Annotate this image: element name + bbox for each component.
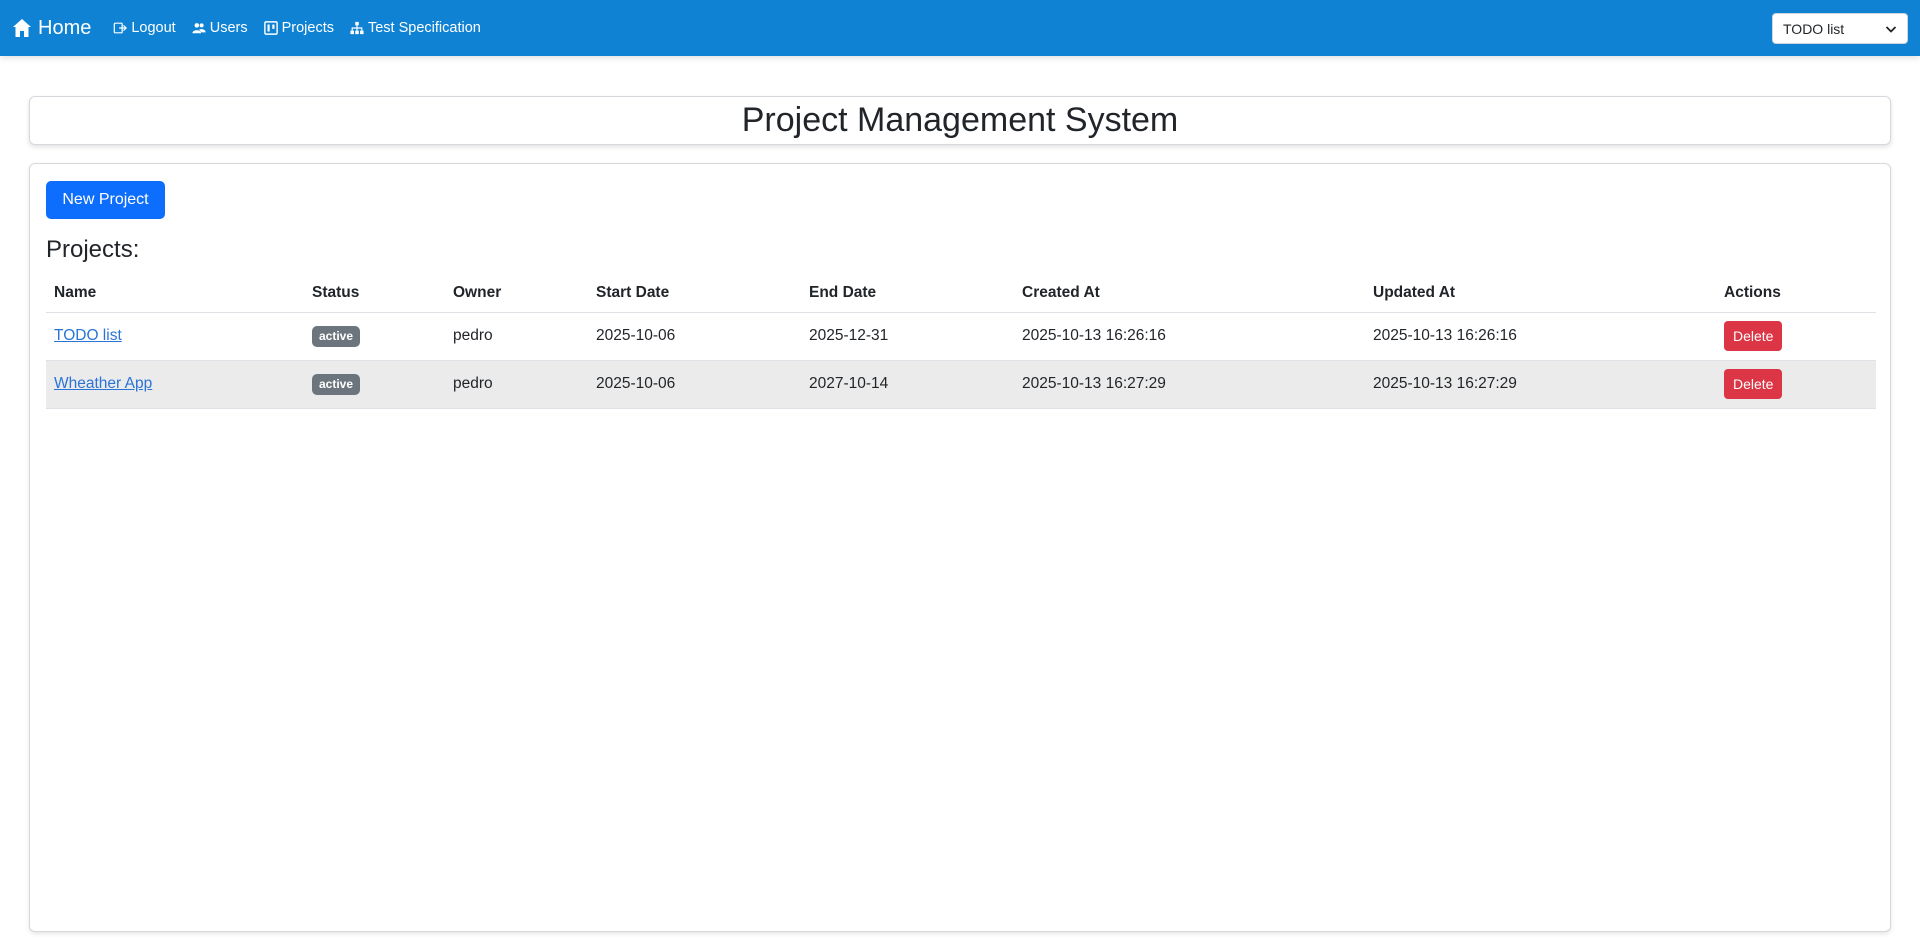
delete-button[interactable]: Delete: [1724, 321, 1783, 351]
projects-icon: [263, 21, 278, 35]
column-header: Actions: [1716, 274, 1876, 313]
nav-projects[interactable]: Projects: [263, 20, 334, 36]
name-cell: Wheather App: [46, 360, 304, 409]
updated-at-cell: 2025-10-13 16:27:29: [1365, 360, 1716, 409]
updated-at-cell: 2025-10-13 16:26:16: [1365, 312, 1716, 361]
status-badge: active: [312, 373, 361, 395]
sitemap-icon: [350, 21, 364, 35]
users-icon: [192, 23, 206, 34]
delete-button[interactable]: Delete: [1724, 369, 1783, 399]
column-header: Owner: [445, 274, 588, 313]
nav-projects-label: Projects: [281, 20, 334, 36]
end-date-cell: 2027-10-14: [801, 360, 1014, 409]
nav-test-specification-label: Test Specification: [367, 20, 481, 36]
nav-users[interactable]: Users: [192, 20, 248, 36]
column-header: End Date: [801, 274, 1014, 313]
nav-test-specification[interactable]: Test Specification: [350, 20, 481, 36]
owner-cell: pedro: [445, 312, 588, 361]
project-link[interactable]: Wheather App: [54, 375, 152, 392]
status-cell: active: [304, 360, 445, 409]
column-header: Start Date: [588, 274, 801, 313]
column-header: Updated At: [1365, 274, 1716, 313]
created-at-cell: 2025-10-13 16:27:29: [1014, 360, 1365, 409]
status-badge: active: [312, 325, 361, 347]
home-label: Home: [38, 16, 92, 39]
new-project-button[interactable]: New Project: [46, 181, 165, 219]
projects-heading: Projects:: [46, 236, 140, 263]
column-header: Created At: [1014, 274, 1365, 313]
start-date-cell: 2025-10-06: [588, 312, 801, 361]
title-card: Project Management System: [29, 96, 1891, 145]
home-link[interactable]: Home: [12, 17, 91, 40]
name-cell: TODO list: [46, 312, 304, 361]
projects-table: Name Status Owner Start Date End Date Cr…: [46, 274, 1876, 409]
top-navbar: Home Logout Users Projects Test Specific…: [0, 0, 1920, 56]
owner-cell: pedro: [445, 360, 588, 409]
chevron-down-icon: [1885, 25, 1897, 33]
project-link[interactable]: TODO list: [54, 327, 122, 344]
nav-logout[interactable]: Logout: [113, 20, 176, 36]
actions-cell: Delete: [1716, 312, 1876, 361]
created-at-cell: 2025-10-13 16:26:16: [1014, 312, 1365, 361]
end-date-cell: 2025-12-31: [801, 312, 1014, 361]
nav-users-label: Users: [209, 20, 248, 36]
table-row: TODO list active pedro 2025-10-06 2025-1…: [46, 312, 1876, 361]
projects-card: New Project Projects: Name Status Owner …: [29, 163, 1891, 932]
table-row: Wheather App active pedro 2025-10-06 202…: [46, 360, 1876, 409]
project-select-value: TODO list: [1783, 20, 1845, 37]
logout-icon: [114, 22, 128, 34]
start-date-cell: 2025-10-06: [588, 360, 801, 409]
status-cell: active: [304, 312, 445, 361]
page-title: Project Management System: [741, 101, 1179, 139]
column-header: Status: [304, 274, 445, 313]
actions-cell: Delete: [1716, 360, 1876, 409]
column-header: Name: [46, 274, 304, 313]
nav-logout-label: Logout: [131, 20, 176, 36]
table-header-row: Name Status Owner Start Date End Date Cr…: [46, 274, 1876, 313]
project-select[interactable]: TODO list: [1772, 13, 1908, 44]
home-icon: [13, 19, 31, 37]
